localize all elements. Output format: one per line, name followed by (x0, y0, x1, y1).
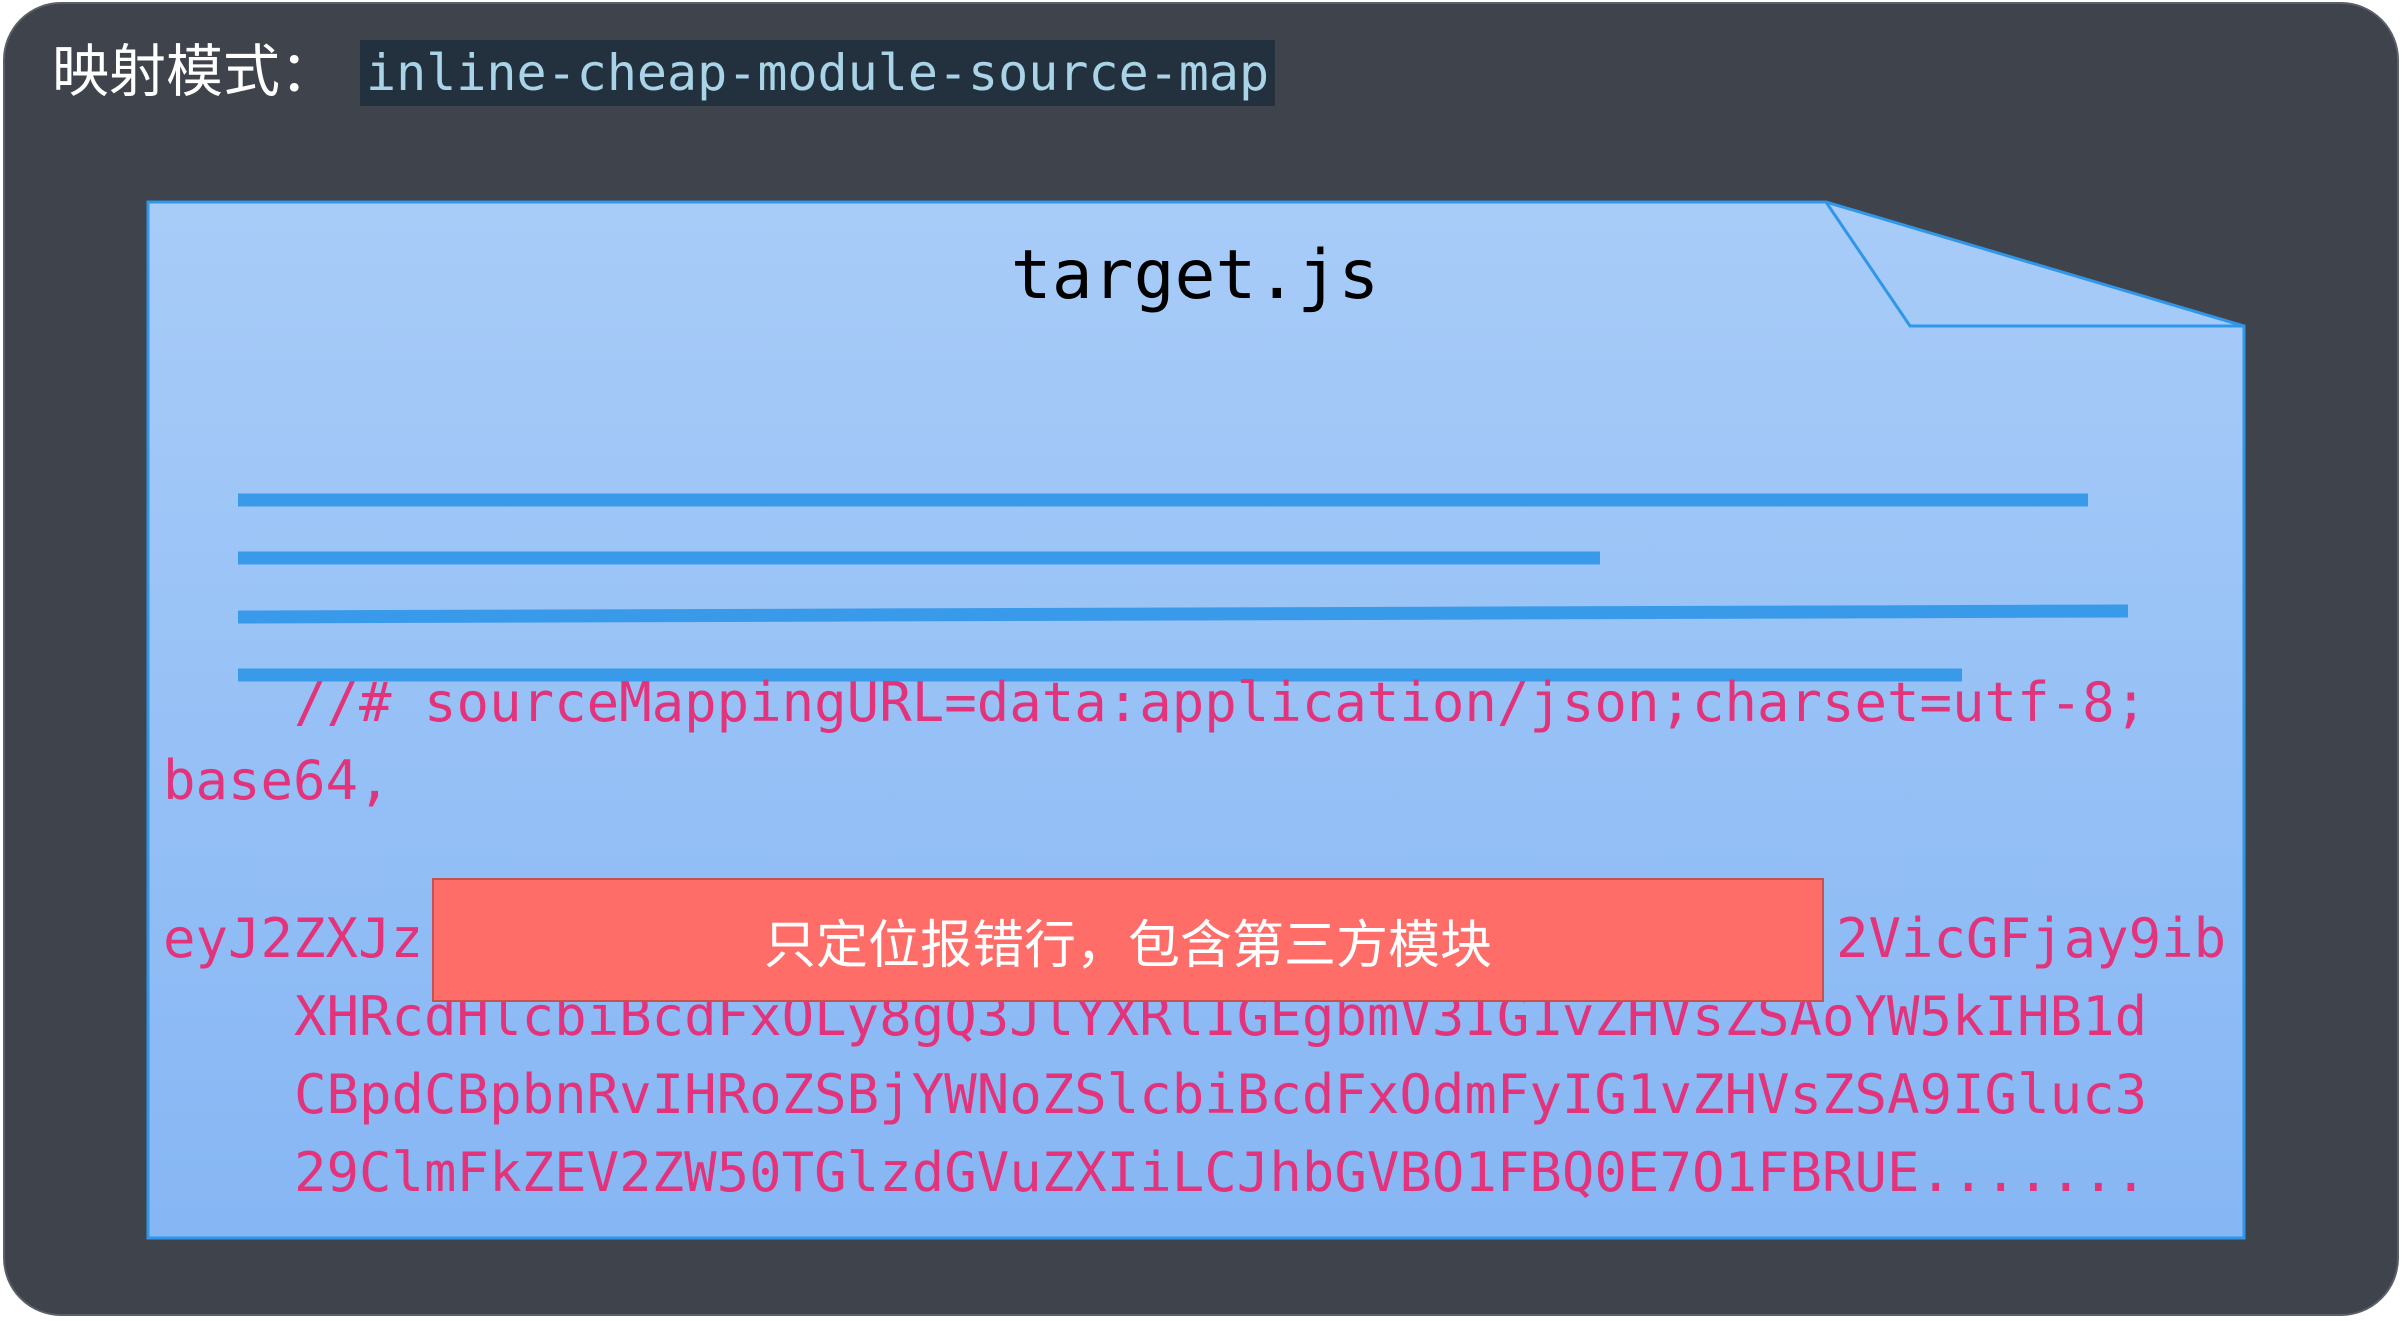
placeholder-line-3 (237, 604, 2129, 624)
code-line-5: CBpdCBpbnRvIHRoZSBjYWNoZSlcbiBcdFxOdmFyI… (294, 1063, 2148, 1126)
slide: 映射模式： inline-cheap-module-source-map tar… (0, 0, 2406, 1321)
code-line-2: base64, (163, 749, 391, 812)
code-line-3-tail: 2VicGFjay9ib (1836, 907, 2227, 970)
document-filename: target.js (1010, 236, 1380, 315)
error-line-callout: 只定位报错行，包含第三方模块 (432, 878, 1824, 1002)
code-line-3: eyJ2ZXJz (163, 907, 424, 970)
callout-text: 只定位报错行，包含第三方模块 (763, 915, 1492, 976)
code-line-6: 29ClmFkZEV2ZW50TGlzdGVuZXIiLCJhbGVBO1FBQ… (294, 1141, 2148, 1204)
code-line-1: //# sourceMappingURL=data:application/js… (294, 671, 2148, 734)
